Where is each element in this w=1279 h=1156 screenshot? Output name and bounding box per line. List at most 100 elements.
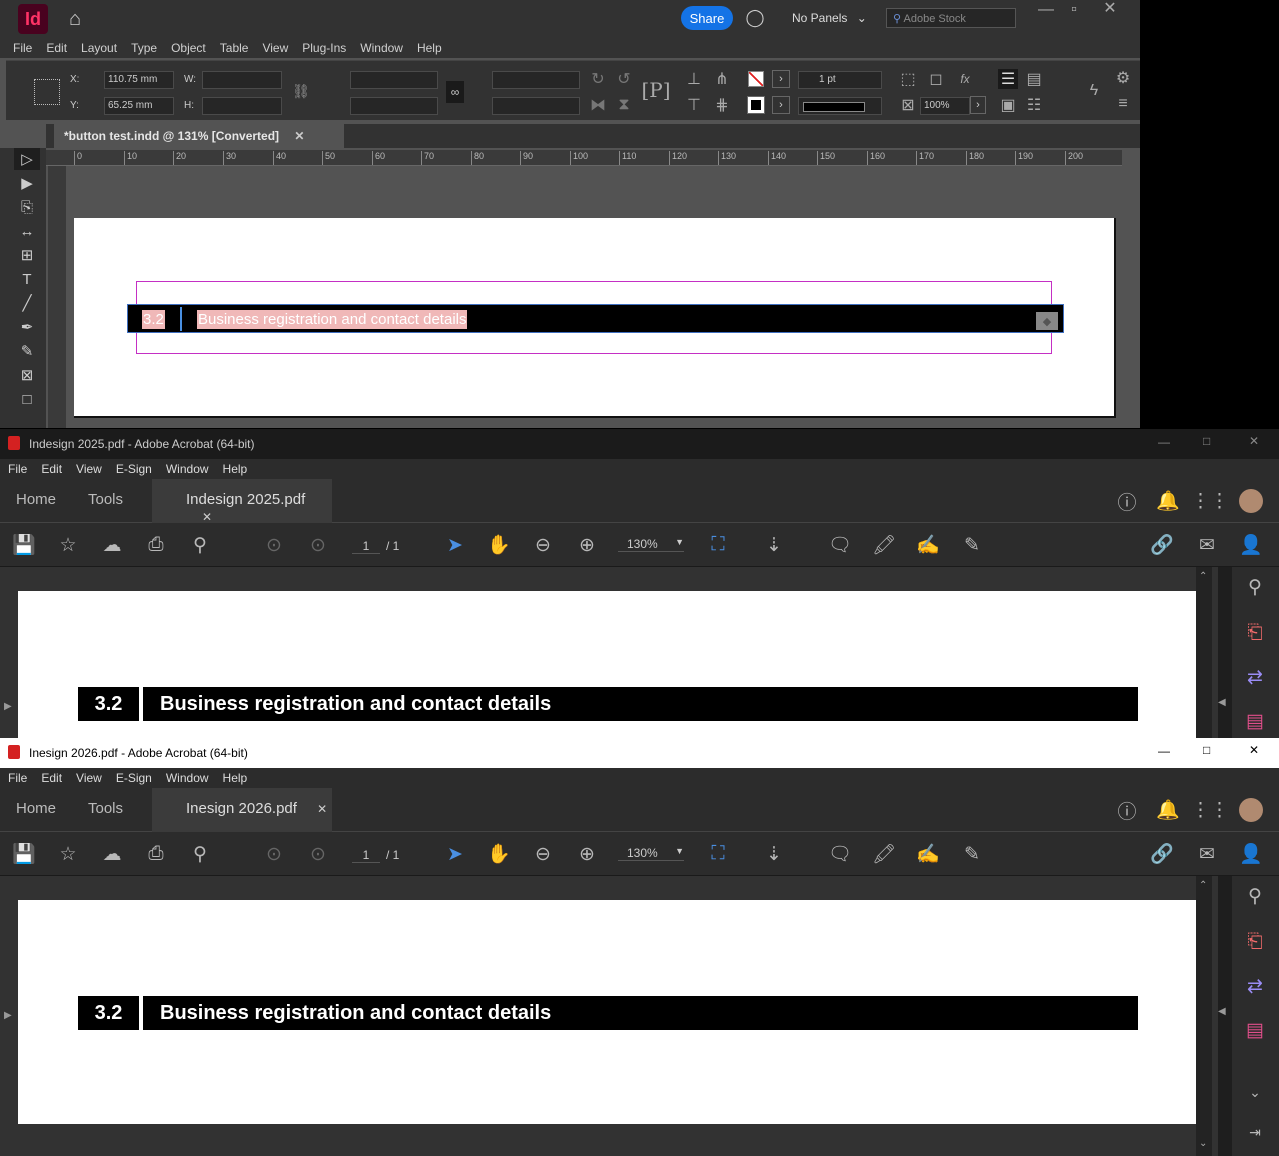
menu-edit[interactable]: Edit [46, 41, 67, 55]
zoom-out-icon[interactable]: ⊖ [529, 840, 557, 868]
panel-menu-icon[interactable]: ≡ [1114, 95, 1132, 113]
save-icon[interactable]: 💾 [10, 840, 38, 868]
hand-icon[interactable]: ✋ [485, 840, 513, 868]
gap-tool-icon[interactable]: ↔ [14, 220, 40, 242]
zoom-search-icon[interactable]: ⚲ [186, 840, 214, 868]
sign-icon[interactable]: ✍ [914, 531, 942, 559]
print-icon[interactable]: ⎙ [142, 840, 170, 868]
text-wrap-icon[interactable]: ☰ [998, 69, 1018, 89]
text-wrap-4-icon[interactable]: ☷ [1024, 95, 1044, 115]
share-people-icon[interactable]: 👤 [1237, 840, 1265, 868]
home-icon[interactable]: ⌂ [62, 7, 88, 31]
button-state-icon[interactable]: ◆ [1036, 312, 1058, 330]
document-tab[interactable]: *button test.indd @ 131% [Converted] ✕ [54, 124, 344, 148]
tab-document[interactable]: Indesign 2025.pdf ✕ [152, 479, 332, 523]
help-icon[interactable]: ⓘ [1113, 487, 1141, 515]
close-icon[interactable]: ✕ [1100, 0, 1120, 16]
close-tab-icon[interactable]: ✕ [317, 802, 327, 816]
menu-help[interactable]: Help [223, 771, 248, 785]
line-tool-icon[interactable]: ╱ [14, 292, 40, 314]
menu-help[interactable]: Help [223, 462, 248, 476]
menu-view[interactable]: View [262, 41, 288, 55]
text-wrap-2-icon[interactable]: ▤ [1024, 69, 1044, 89]
shear-field[interactable] [492, 97, 580, 115]
tab-tools[interactable]: Tools [88, 800, 123, 817]
upload-cloud-icon[interactable]: ☁ [98, 531, 126, 559]
page-down-icon[interactable]: ⊙ [304, 840, 332, 868]
menu-view[interactable]: View [76, 462, 102, 476]
right-panel-toggle-icon[interactable]: ◀ [1218, 1006, 1226, 1017]
zoom-in-icon[interactable]: ⊕ [573, 531, 601, 559]
distribute-2-icon[interactable]: ⋕ [712, 95, 732, 115]
page-up-icon[interactable]: ⊙ [260, 531, 288, 559]
menu-esign[interactable]: E-Sign [116, 462, 152, 476]
menu-file[interactable]: File [13, 41, 32, 55]
menu-object[interactable]: Object [171, 41, 206, 55]
stroke-weight-field[interactable]: 1 pt [798, 71, 882, 89]
minimize-icon[interactable]: — [1036, 2, 1056, 18]
edit-pdf-icon[interactable]: ✎ [958, 840, 986, 868]
avatar[interactable] [1239, 798, 1263, 822]
align-icon[interactable]: ⊥ [684, 69, 704, 89]
share-link-icon[interactable]: 🔗 [1148, 840, 1176, 868]
create-pdf-icon[interactable]: ⎗ [1241, 928, 1269, 956]
vertical-scrollbar[interactable]: ⌃ [1196, 567, 1212, 738]
close-tab-icon[interactable]: ✕ [294, 129, 304, 143]
maximize-icon[interactable]: □ [1203, 434, 1210, 448]
select-cursor-icon[interactable]: ➤ [441, 840, 469, 868]
bell-icon[interactable]: 🔔 [1154, 796, 1182, 824]
email-icon[interactable]: ✉ [1193, 840, 1221, 868]
vertical-scrollbar[interactable]: ⌃ ⌄ [1196, 876, 1212, 1156]
tab-home[interactable]: Home [16, 491, 56, 508]
reference-point-icon[interactable] [34, 79, 60, 105]
menu-window[interactable]: Window [166, 771, 209, 785]
page-number-input[interactable]: 1 [352, 848, 380, 863]
comment-icon[interactable]: 🗨 [826, 840, 854, 868]
right-panel-toggle-icon[interactable]: ◀ [1218, 697, 1226, 708]
save-icon[interactable]: 💾 [10, 531, 38, 559]
menu-esign[interactable]: E-Sign [116, 771, 152, 785]
left-panel-toggle-icon[interactable]: ▶ [4, 1010, 12, 1021]
apps-grid-icon[interactable]: ⋮⋮ [1196, 796, 1224, 824]
help-icon[interactable]: ⓘ [1113, 796, 1141, 824]
tab-document[interactable]: Inesign 2026.pdf ✕ [152, 788, 332, 832]
align-2-icon[interactable]: ⊤ [684, 95, 704, 115]
rectangle-tool-icon[interactable]: □ [14, 388, 40, 410]
direct-selection-tool-icon[interactable]: ▶ [14, 172, 40, 194]
menu-file[interactable]: File [8, 771, 27, 785]
organize-pages-icon[interactable]: ▤ [1241, 1016, 1269, 1044]
page-down-icon[interactable]: ⊙ [304, 531, 332, 559]
share-people-icon[interactable]: 👤 [1237, 531, 1265, 559]
edit-pdf-icon[interactable]: ✎ [958, 531, 986, 559]
organize-pages-icon[interactable]: ▤ [1241, 707, 1269, 735]
menu-file[interactable]: File [8, 462, 27, 476]
selected-section-title[interactable]: Business registration and contact detail… [197, 310, 467, 329]
stroke-dropdown-icon[interactable]: › [772, 96, 790, 114]
adobe-stock-search[interactable]: ⚲ Adobe Stock [886, 8, 1016, 28]
comment-icon[interactable]: 🗨 [826, 531, 854, 559]
w-field[interactable] [202, 71, 282, 89]
select-cursor-icon[interactable]: ➤ [441, 531, 469, 559]
fill-none-swatch[interactable] [748, 71, 764, 87]
export-pdf-icon[interactable]: ⇄ [1241, 972, 1269, 1000]
collapse-panel-icon[interactable]: ⇥ [1241, 1118, 1269, 1146]
x-field[interactable]: 110.75 mm [104, 71, 174, 89]
menu-window[interactable]: Window [360, 41, 403, 55]
pen-tool-icon[interactable]: ✒ [14, 316, 40, 338]
stroke-type-select[interactable] [798, 97, 882, 115]
rectangle-frame-tool-icon[interactable]: ⊠ [14, 364, 40, 386]
zoom-select[interactable]: 130% ▼ [618, 537, 684, 552]
lightbulb-icon[interactable]: ◯ [744, 6, 766, 30]
star-icon[interactable]: ☆ [54, 840, 82, 868]
scroll-up-icon[interactable]: ⌃ [1199, 571, 1207, 582]
scroll-down-icon[interactable]: ⌄ [1199, 1138, 1207, 1149]
frame-fit-icon[interactable]: ⬚ [898, 69, 918, 89]
close-tab-icon[interactable]: ✕ [202, 510, 212, 524]
rotation-field[interactable] [492, 71, 580, 89]
quick-apply-icon[interactable]: ϟ [1084, 81, 1104, 101]
left-panel-toggle-icon[interactable]: ▶ [4, 701, 12, 712]
page-number-input[interactable]: 1 [352, 539, 380, 554]
constrain-proportions-icon[interactable]: ⛓ [292, 81, 310, 101]
menu-edit[interactable]: Edit [41, 462, 62, 476]
page-tool-icon[interactable]: ⎘ [14, 196, 40, 218]
